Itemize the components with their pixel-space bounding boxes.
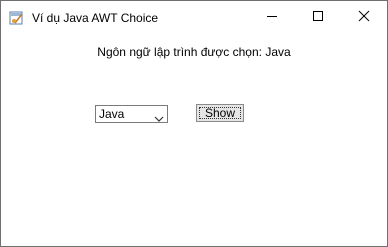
- chevron-down-icon: [154, 110, 164, 122]
- show-button-label: Show: [204, 106, 236, 120]
- selected-language-label: Ngôn ngữ lập trình được chọn: Java: [97, 45, 291, 59]
- language-choice-dropdown[interactable]: Java: [95, 105, 168, 123]
- show-button[interactable]: Show: [196, 104, 244, 122]
- maximize-icon: [312, 9, 324, 27]
- close-button[interactable]: [341, 1, 387, 35]
- minimize-icon: [266, 9, 278, 27]
- close-icon: [358, 9, 370, 27]
- maximize-button[interactable]: [295, 1, 341, 35]
- app-window: Ví dụ Java AWT Choice Ngôn ngữ lập trình…: [0, 0, 388, 247]
- java-app-icon: [9, 10, 25, 26]
- choice-selected-value: Java: [99, 107, 125, 121]
- title-bar[interactable]: Ví dụ Java AWT Choice: [1, 1, 387, 35]
- window-title: Ví dụ Java AWT Choice: [32, 11, 159, 25]
- minimize-button[interactable]: [249, 1, 295, 35]
